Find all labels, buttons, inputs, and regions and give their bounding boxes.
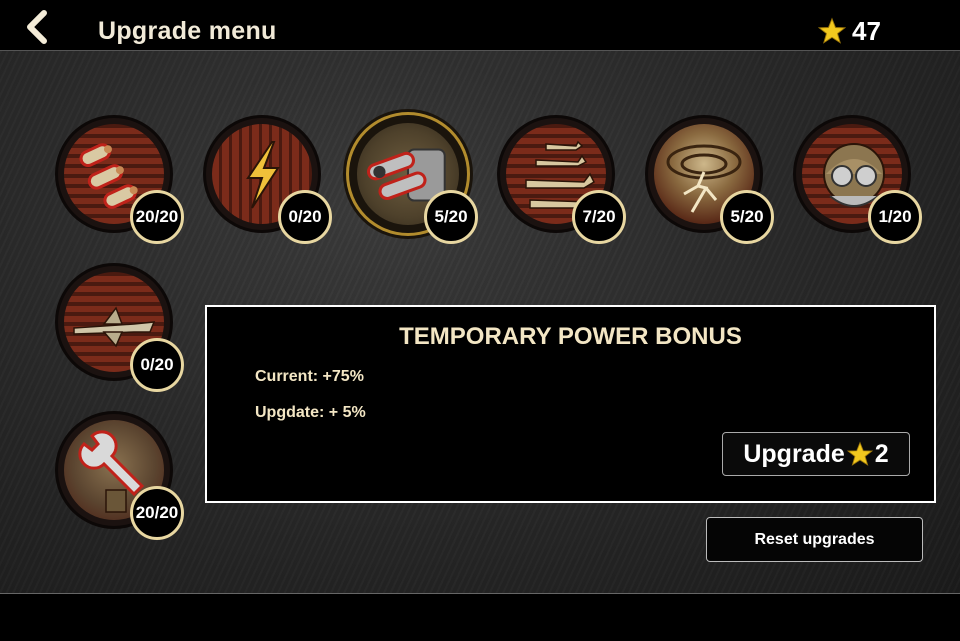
upgrade-progress: 5/20 [424,190,478,244]
upgrade-repair[interactable]: 20/20 [58,414,184,540]
upgrade-button-label: Upgrade [743,439,845,468]
upgrade-button[interactable]: Upgrade 2 [722,432,910,476]
upgrade-wingman[interactable]: 0/20 [58,266,184,392]
upgrade-progress: 1/20 [868,190,922,244]
upgrade-temporary-power[interactable]: 5/20 [349,115,478,244]
back-button[interactable] [20,10,54,44]
upgrade-lightning[interactable]: 0/20 [206,118,332,244]
reset-upgrades-button[interactable]: Reset upgrades [706,517,923,562]
upgrade-storm[interactable]: 5/20 [648,118,774,244]
star-count: 47 [852,15,881,46]
top-bar: Upgrade menu 47 [0,0,960,51]
chevron-left-icon [27,10,47,44]
upgrade-progress: 20/20 [130,486,184,540]
upgrade-progress: 0/20 [130,338,184,392]
upgrade-squadron[interactable]: 7/20 [500,118,626,244]
upgrade-progress: 0/20 [278,190,332,244]
bottom-bar [0,593,960,641]
star-icon [818,17,846,44]
current-value: Current: +75% [255,368,364,385]
upgrade-cost: 2 [874,439,889,468]
upgrade-progress: 7/20 [572,190,626,244]
upgrade-progress: 20/20 [130,190,184,244]
star-balance: 47 [818,14,881,48]
upgrade-increment: Upgdate: + 5% [255,404,366,421]
upgrade-ammo[interactable]: 20/20 [58,118,184,244]
page-title: Upgrade menu [98,17,277,45]
star-icon [846,441,873,466]
upgrade-name: TEMPORARY POWER BONUS [399,323,742,350]
upgrade-info-panel: TEMPORARY POWER BONUS Current: +75% Upgd… [205,305,936,503]
upgrade-pilot[interactable]: 1/20 [796,118,922,244]
upgrade-progress: 5/20 [720,190,774,244]
